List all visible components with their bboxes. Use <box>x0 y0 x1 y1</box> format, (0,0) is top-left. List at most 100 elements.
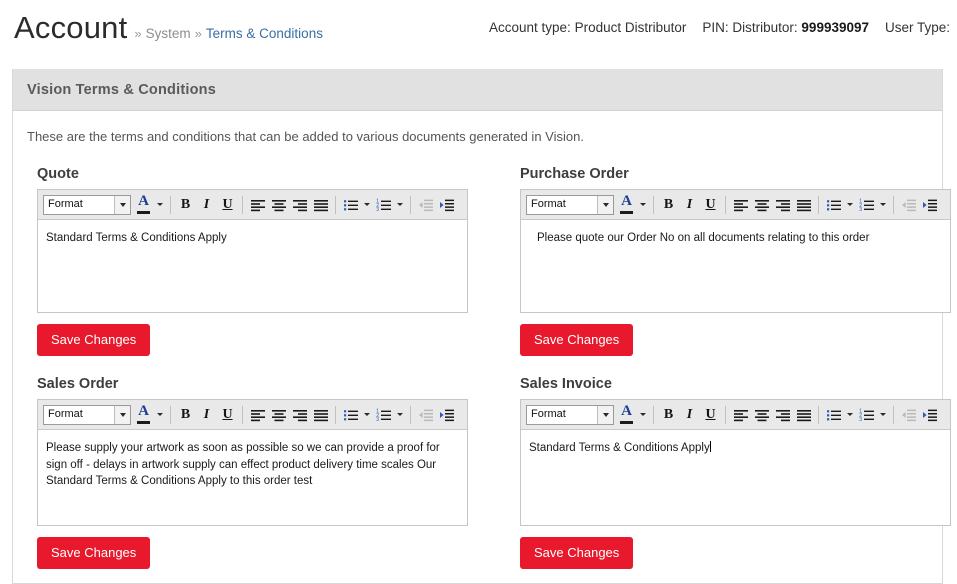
outdent-button[interactable] <box>898 194 919 216</box>
underline-button[interactable]: U <box>217 194 238 216</box>
align-left-button[interactable] <box>730 194 751 216</box>
align-right-button[interactable] <box>772 194 793 216</box>
bold-button[interactable]: B <box>175 194 196 216</box>
bold-button[interactable]: B <box>658 194 679 216</box>
toolbar-divider <box>242 195 243 214</box>
bullet-list-dropdown[interactable] <box>361 404 373 426</box>
align-right-button[interactable] <box>772 404 793 426</box>
text-color-dropdown[interactable] <box>154 194 166 216</box>
bullet-list-dropdown[interactable] <box>844 404 856 426</box>
editor-content-purchase-order[interactable]: Please quote our Order No on all documen… <box>521 220 950 312</box>
numbered-list-button[interactable]: 123 <box>856 194 877 216</box>
indent-icon <box>439 199 454 211</box>
text-color-button[interactable]: A <box>133 194 154 216</box>
format-dropdown[interactable]: Format <box>43 404 131 425</box>
breadcrumb-item-terms-conditions[interactable]: Terms & Conditions <box>206 26 323 41</box>
bold-button[interactable]: B <box>175 404 196 426</box>
numbered-list-dropdown[interactable] <box>394 404 406 426</box>
underline-button[interactable]: U <box>700 404 721 426</box>
format-dropdown-arrow <box>597 195 613 214</box>
toolbar-divider <box>410 405 411 424</box>
indent-button[interactable] <box>919 404 940 426</box>
editor-content-sales-order[interactable]: Please supply your artwork as soon as po… <box>38 430 467 525</box>
editor-content-quote[interactable]: Standard Terms & Conditions Apply <box>38 220 467 312</box>
editor-label-sales-order: Sales Order <box>37 376 119 392</box>
align-justify-button[interactable] <box>310 194 331 216</box>
rich-text-editor-quote[interactable]: Format A B I U 1 2 3 Standard Terms & Co… <box>37 189 468 313</box>
align-right-button[interactable] <box>289 404 310 426</box>
align-justify-button[interactable] <box>793 194 814 216</box>
align-center-button[interactable] <box>751 194 772 216</box>
outdent-button[interactable] <box>415 404 436 426</box>
bullet-list-dropdown[interactable] <box>844 194 856 216</box>
indent-icon <box>439 409 454 421</box>
outdent-icon <box>901 199 916 211</box>
user-type-label: User Type: <box>885 20 951 35</box>
editor-content-sales-invoice-wrap[interactable]: Standard Terms & Conditions Apply <box>521 430 950 525</box>
bullet-list-dropdown[interactable] <box>361 194 373 216</box>
format-dropdown[interactable]: Format <box>43 194 131 215</box>
underline-button[interactable]: U <box>217 404 238 426</box>
rich-text-editor-sales-invoice[interactable]: Format A B I U 1 2 3 Standard Terms & Co… <box>520 399 951 526</box>
text-color-dropdown[interactable] <box>637 194 649 216</box>
align-center-icon <box>754 199 769 211</box>
numbered-list-icon: 123 <box>376 408 391 422</box>
numbered-list-icon: 123 <box>376 198 391 212</box>
indent-button[interactable] <box>919 194 940 216</box>
breadcrumb: Account » System » Terms & Conditions <box>14 12 323 43</box>
text-color-button[interactable]: A <box>616 404 637 426</box>
align-justify-button[interactable] <box>793 404 814 426</box>
align-left-button[interactable] <box>247 194 268 216</box>
text-color-button[interactable]: A <box>133 404 154 426</box>
format-dropdown[interactable]: Format <box>526 404 614 425</box>
toolbar-divider <box>818 405 819 424</box>
align-center-button[interactable] <box>751 404 772 426</box>
bullet-list-button[interactable] <box>340 194 361 216</box>
italic-button[interactable]: I <box>196 404 217 426</box>
bullet-list-button[interactable] <box>823 404 844 426</box>
numbered-list-button[interactable]: 123 <box>373 404 394 426</box>
align-right-icon <box>292 409 307 421</box>
grid-row-spacer <box>509 356 951 376</box>
numbered-list-dropdown[interactable] <box>877 194 889 216</box>
text-color-button[interactable]: A <box>616 194 637 216</box>
save-changes-button-sales-invoice[interactable]: Save Changes <box>520 537 634 569</box>
align-center-button[interactable] <box>268 404 289 426</box>
bullet-list-button[interactable] <box>823 194 844 216</box>
numbered-list-button[interactable]: 123 <box>856 404 877 426</box>
align-left-button[interactable] <box>247 404 268 426</box>
align-center-icon <box>271 409 286 421</box>
align-justify-button[interactable] <box>310 404 331 426</box>
bold-button[interactable]: B <box>658 404 679 426</box>
outdent-button[interactable] <box>415 194 436 216</box>
text-color-dropdown[interactable] <box>154 404 166 426</box>
underline-button[interactable]: U <box>700 194 721 216</box>
align-left-button[interactable] <box>730 404 751 426</box>
toolbar-divider <box>893 405 894 424</box>
align-right-button[interactable] <box>289 194 310 216</box>
save-changes-button-sales-order[interactable]: Save Changes <box>37 537 151 569</box>
numbered-list-dropdown[interactable] <box>394 194 406 216</box>
save-changes-button-purchase-order[interactable]: Save Changes <box>520 324 634 356</box>
numbered-list-button[interactable]: 123 <box>373 194 394 216</box>
format-dropdown[interactable]: Format <box>526 194 614 215</box>
pin-value: 999939097 <box>801 20 869 35</box>
svg-text:3: 3 <box>376 417 379 422</box>
rich-text-editor-purchase-order[interactable]: Format A B I U 1 2 3 Please quote our Or… <box>520 189 951 313</box>
indent-icon <box>922 409 937 421</box>
rich-text-editor-sales-order[interactable]: Format A B I U 1 2 3 Please supply your … <box>37 399 468 526</box>
outdent-button[interactable] <box>898 404 919 426</box>
bullet-list-button[interactable] <box>340 404 361 426</box>
page-title: Account <box>14 10 128 45</box>
numbered-list-dropdown[interactable] <box>877 404 889 426</box>
indent-button[interactable] <box>436 404 457 426</box>
italic-button[interactable]: I <box>679 194 700 216</box>
italic-button[interactable]: I <box>679 404 700 426</box>
save-changes-button-quote[interactable]: Save Changes <box>37 324 151 356</box>
text-color-dropdown[interactable] <box>637 404 649 426</box>
breadcrumb-item-system[interactable]: System <box>146 26 191 41</box>
align-center-button[interactable] <box>268 194 289 216</box>
indent-button[interactable] <box>436 194 457 216</box>
italic-button[interactable]: I <box>196 194 217 216</box>
bold-icon: B <box>663 406 674 422</box>
